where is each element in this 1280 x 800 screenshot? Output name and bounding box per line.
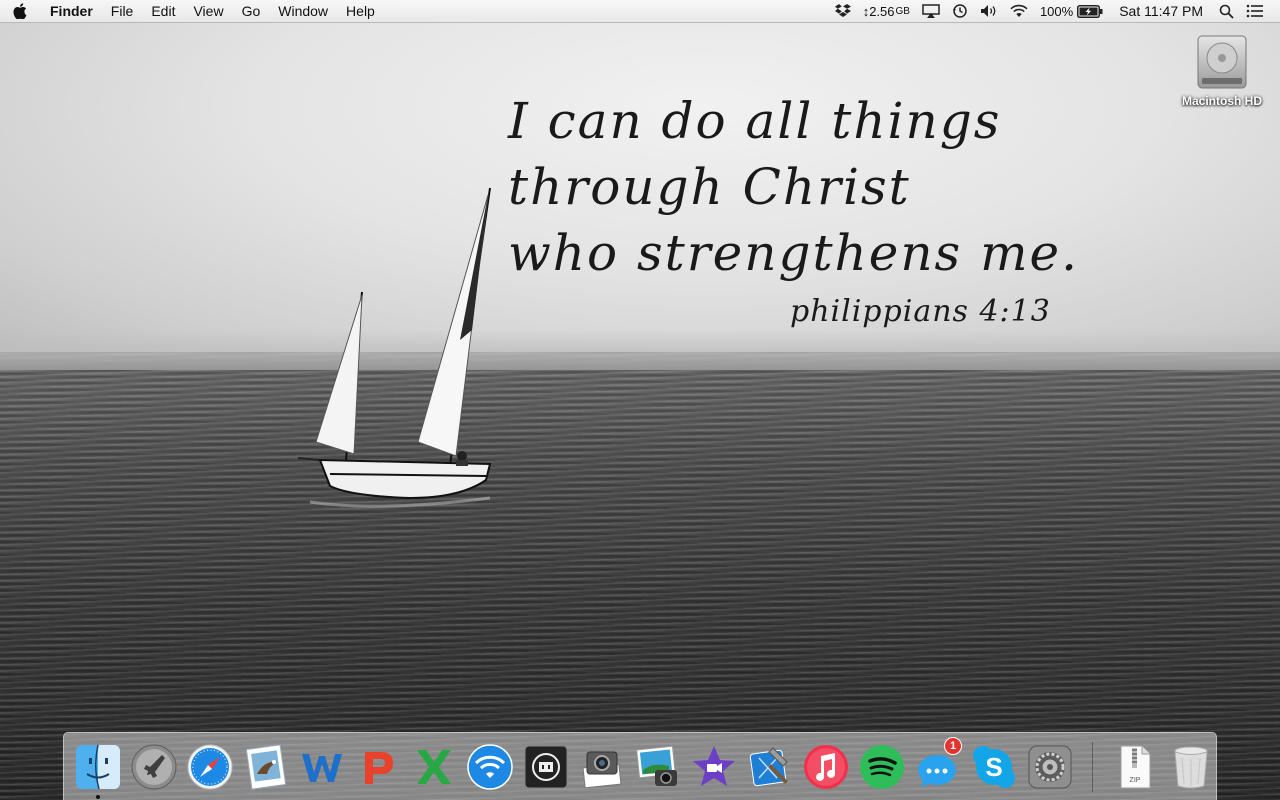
desktop-icon-label: Macintosh HD	[1181, 94, 1262, 108]
dock-item-safari[interactable]	[184, 741, 236, 793]
skype-icon: S	[973, 745, 1015, 788]
powerpoint-icon	[365, 751, 393, 784]
hard-drive-icon	[1197, 35, 1247, 89]
apple-menu-icon[interactable]	[0, 0, 40, 22]
svg-text:S: S	[985, 752, 1002, 782]
memory-monitor[interactable]: ↕2.56 GB	[857, 0, 916, 22]
sailboat-image	[297, 187, 492, 508]
safari-icon	[187, 744, 233, 789]
dock-item-powerpoint[interactable]	[352, 741, 404, 793]
dock-item-mail[interactable]	[240, 741, 292, 793]
menu-window[interactable]: Window	[269, 0, 337, 22]
airplay-icon[interactable]	[916, 0, 946, 22]
quote-line-3: who strengthens me.	[508, 224, 1079, 282]
dock-item-image-capture[interactable]	[576, 741, 628, 793]
dock-item-launchpad[interactable]	[128, 741, 180, 793]
image-capture-icon	[582, 751, 622, 788]
dock-item-wifi-utility[interactable]	[464, 741, 516, 793]
quote-line-2: through Christ	[508, 158, 911, 216]
dock-item-itunes[interactable]	[800, 741, 852, 793]
menubar-clock[interactable]: Sat 11:47 PM	[1109, 0, 1213, 22]
spotlight-search-icon[interactable]	[1213, 0, 1240, 22]
dock-item-system-preferences[interactable]	[1024, 741, 1076, 793]
menu-bar: Finder File Edit View Go Window Help ↕2.…	[0, 0, 1280, 23]
itunes-icon	[804, 744, 848, 789]
desktop-icon-macintosh-hd[interactable]: Macintosh HD	[1176, 32, 1268, 108]
mail-icon	[245, 743, 287, 790]
menu-help[interactable]: Help	[337, 0, 384, 22]
dock-item-excel[interactable]	[408, 741, 460, 793]
system-preferences-icon	[1028, 745, 1072, 788]
dock-separator	[1092, 741, 1093, 792]
xcode-icon	[749, 746, 788, 786]
zip-archive-icon: ZIP	[1120, 745, 1151, 788]
memory-unit: GB	[895, 5, 910, 17]
zip-label: ZIP	[1130, 777, 1141, 784]
dock-item-skype[interactable]: S	[968, 741, 1020, 793]
wifi-app-icon	[467, 743, 513, 790]
menu-file[interactable]: File	[102, 0, 143, 22]
dock-item-network[interactable]	[520, 741, 572, 793]
dock-item-iphoto[interactable]	[632, 741, 684, 793]
imovie-icon	[693, 745, 735, 786]
battery-charging-icon	[1077, 4, 1103, 18]
notification-center-icon[interactable]	[1240, 0, 1270, 22]
time-machine-icon[interactable]	[946, 0, 974, 22]
quote-reference: philippians 4:13	[790, 294, 1051, 329]
running-indicator	[96, 794, 100, 799]
dock-item-word[interactable]	[296, 741, 348, 793]
launchpad-icon	[131, 744, 177, 789]
spotify-icon	[860, 744, 904, 789]
finder-icon	[76, 744, 120, 789]
wallpaper-quote: I can do all things through Christ who s…	[508, 88, 1128, 286]
wallpaper-horizon	[0, 330, 1280, 370]
desktop-wallpaper: I can do all things through Christ who s…	[0, 0, 1280, 800]
dock-item-imovie[interactable]	[688, 741, 740, 793]
dock-item-xcode[interactable]	[744, 741, 796, 793]
dock-item-spotify[interactable]	[856, 741, 908, 793]
dock-item-trash[interactable]	[1165, 741, 1217, 793]
excel-icon	[417, 749, 451, 784]
word-icon	[302, 753, 342, 782]
menu-edit[interactable]: Edit	[142, 0, 184, 22]
network-app-icon	[524, 745, 568, 788]
dropbox-icon[interactable]	[829, 0, 857, 22]
wifi-icon[interactable]	[1004, 0, 1034, 22]
menu-go[interactable]: Go	[233, 0, 270, 22]
trash-icon	[1174, 746, 1208, 788]
battery-percent: 100%	[1039, 3, 1074, 19]
volume-icon[interactable]	[974, 0, 1004, 22]
memory-value: ↕2.56	[862, 3, 895, 19]
menu-finder[interactable]: Finder	[40, 0, 102, 22]
messages-badge: 1	[944, 736, 962, 755]
dock-item-finder[interactable]	[72, 741, 124, 799]
menu-view[interactable]: View	[184, 0, 232, 22]
dock: 1 S ZIP	[63, 732, 1217, 800]
battery-status[interactable]: 100%	[1034, 0, 1109, 22]
quote-line-1: I can do all things	[508, 92, 1002, 150]
iphoto-icon	[636, 745, 677, 786]
dock-item-messages[interactable]: 1	[912, 736, 964, 793]
dock-item-zip-stack[interactable]: ZIP	[1109, 741, 1161, 793]
